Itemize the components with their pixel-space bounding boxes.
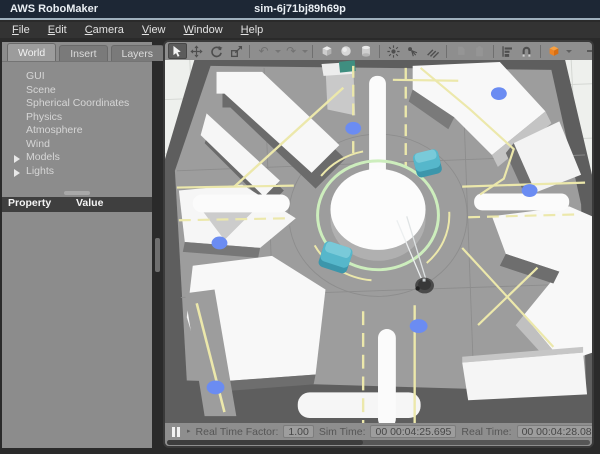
spot-light-icon xyxy=(406,45,419,58)
waypoint-5[interactable] xyxy=(207,380,225,394)
cursor-arrow-icon xyxy=(171,45,184,58)
undo-icon: ↶ xyxy=(259,45,269,57)
waypoint-3[interactable] xyxy=(522,184,538,197)
directional-light-icon xyxy=(426,45,439,58)
property-table-body xyxy=(2,212,152,448)
insert-box-button[interactable] xyxy=(317,43,336,59)
viewport-toolbar: ↶ ↷ xyxy=(165,42,592,60)
menu-window[interactable]: Window xyxy=(176,23,231,37)
simulation-title: sim-6j71bj89h69p xyxy=(0,3,600,15)
insert-sphere-button[interactable] xyxy=(337,43,356,59)
menu-bar: File Edit Camera View Window Help xyxy=(0,22,600,38)
point-light-button[interactable] xyxy=(384,43,403,59)
time-panel-scrollbar[interactable] xyxy=(165,440,592,446)
menu-edit[interactable]: Edit xyxy=(40,23,75,37)
undo-history-dropdown[interactable] xyxy=(275,50,281,53)
left-panel: World Insert Layers GUI Scene Spherical … xyxy=(2,42,152,448)
real-time-factor-value[interactable]: 1.00 xyxy=(283,425,313,438)
scrollbar-thumb[interactable] xyxy=(167,440,363,445)
tree-item-wind[interactable]: Wind xyxy=(2,138,152,152)
cylinder-icon xyxy=(359,44,373,58)
copy-button[interactable] xyxy=(451,43,470,59)
toolbar-separator xyxy=(312,45,313,58)
waypoint-4[interactable] xyxy=(212,237,228,250)
simulation-viewport: ↶ ↷ xyxy=(163,40,594,448)
paste-button[interactable] xyxy=(470,43,489,59)
menu-camera[interactable]: Camera xyxy=(77,23,132,37)
toolbar-separator xyxy=(446,45,447,58)
box-icon xyxy=(320,44,334,58)
move-icon xyxy=(190,45,203,58)
gazebo-scene xyxy=(165,60,592,423)
redo-button[interactable]: ↷ xyxy=(282,43,301,59)
paste-icon xyxy=(473,45,486,58)
view-angle-dropdown[interactable] xyxy=(566,50,572,53)
translate-tool-button[interactable] xyxy=(188,43,207,59)
insert-cylinder-button[interactable] xyxy=(357,43,376,59)
tree-item-atmosphere[interactable]: Atmosphere xyxy=(2,124,152,138)
scale-icon xyxy=(230,45,243,58)
title-bar: AWS RoboMaker sim-6j71bj89h69p xyxy=(0,0,600,20)
tree-item-spherical-coordinates[interactable]: Spherical Coordinates xyxy=(2,97,152,111)
tree-item-scene[interactable]: Scene xyxy=(2,84,152,98)
panel-tabs: World Insert Layers xyxy=(2,42,152,61)
step-button[interactable]: ▸ xyxy=(187,428,191,435)
real-time-value: 00 00:04:28.087 xyxy=(517,425,592,438)
toolbar-separator xyxy=(379,45,380,58)
pause-button[interactable] xyxy=(172,427,180,437)
real-time-factor-label: Real Time Factor: xyxy=(196,426,279,438)
tree-item-physics[interactable]: Physics xyxy=(2,111,152,125)
time-panel: ▸ Real Time Factor: 1.00 Sim Time: 00 00… xyxy=(165,423,592,446)
toolbar-separator xyxy=(249,45,250,58)
sim-time-value: 00 00:04:25.695 xyxy=(370,425,456,438)
toolbar-overflow-button[interactable] xyxy=(587,50,592,52)
expand-arrow-icon[interactable] xyxy=(14,155,20,163)
view-angle-button[interactable] xyxy=(545,43,564,59)
waypoint-6[interactable] xyxy=(410,319,428,333)
menu-help[interactable]: Help xyxy=(233,23,272,37)
property-table-header: Property Value xyxy=(2,197,152,212)
redo-history-dropdown[interactable] xyxy=(302,50,308,53)
waypoint-2[interactable] xyxy=(491,87,507,100)
menu-view[interactable]: View xyxy=(134,23,174,37)
sphere-icon xyxy=(339,44,353,58)
waypoint-1[interactable] xyxy=(345,122,361,135)
tree-item-gui[interactable]: GUI xyxy=(2,70,152,84)
roboMaker-window: AWS RoboMaker sim-6j71bj89h69p File Edit… xyxy=(0,0,600,454)
copy-icon xyxy=(454,45,467,58)
roundabout-cylinder xyxy=(330,169,425,250)
view-cube-icon xyxy=(547,44,561,58)
align-button[interactable] xyxy=(498,43,517,59)
panel-splitter-vertical[interactable] xyxy=(152,42,163,448)
world-tree: GUI Scene Spherical Coordinates Physics … xyxy=(2,61,152,189)
real-time-label: Real Time: xyxy=(461,426,511,438)
toolbar-separator xyxy=(540,45,541,58)
tab-world[interactable]: World xyxy=(7,43,56,61)
spot-light-button[interactable] xyxy=(404,43,423,59)
select-tool-button[interactable] xyxy=(168,43,187,59)
scale-tool-button[interactable] xyxy=(227,43,246,59)
splitter-handle[interactable] xyxy=(155,238,160,272)
directional-light-button[interactable] xyxy=(423,43,442,59)
tab-insert[interactable]: Insert xyxy=(59,45,107,61)
menu-file[interactable]: File xyxy=(4,23,38,37)
property-column-header: Property xyxy=(2,197,76,212)
expand-arrow-icon[interactable] xyxy=(14,169,20,177)
panel-splitter-horizontal[interactable] xyxy=(2,189,152,197)
point-light-icon xyxy=(387,45,400,58)
toolbar-separator xyxy=(493,45,494,58)
tree-item-models[interactable]: Models xyxy=(2,151,152,165)
magnet-icon xyxy=(520,45,533,58)
snap-button[interactable] xyxy=(517,43,536,59)
tree-item-lights[interactable]: Lights xyxy=(2,165,152,179)
splitter-handle[interactable] xyxy=(64,191,90,195)
sim-time-label: Sim Time: xyxy=(319,426,366,438)
rotate-icon xyxy=(210,45,223,58)
rotate-tool-button[interactable] xyxy=(207,43,226,59)
redo-icon: ↷ xyxy=(286,45,296,57)
align-icon xyxy=(501,45,514,58)
value-column-header: Value xyxy=(76,197,103,212)
undo-button[interactable]: ↶ xyxy=(254,43,273,59)
3d-scene-canvas[interactable] xyxy=(165,60,592,423)
